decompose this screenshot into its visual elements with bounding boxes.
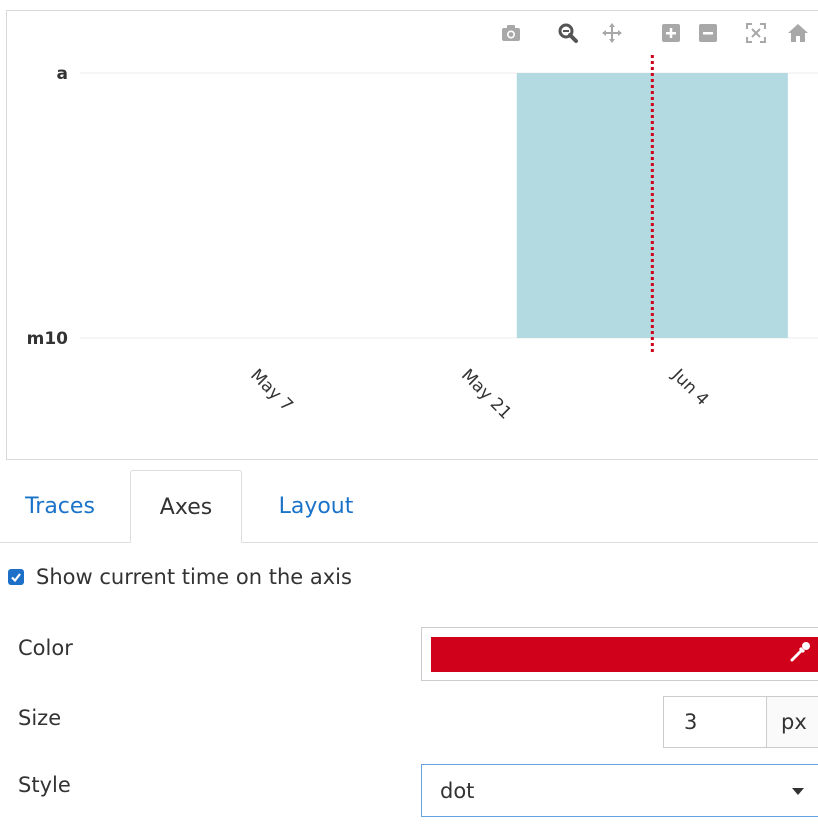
style-label: Style: [18, 773, 71, 797]
timeline-chart[interactable]: a m10 May 7 May 21 Jun 4: [0, 0, 818, 460]
chart-modebar: [0, 22, 818, 48]
style-select[interactable]: dot: [421, 764, 818, 817]
x-tick-label: May 21: [457, 365, 515, 423]
color-picker[interactable]: [421, 627, 818, 681]
home-icon[interactable]: [787, 22, 809, 44]
size-unit: px: [766, 696, 818, 748]
zoom-icon[interactable]: [557, 22, 579, 44]
tab-traces[interactable]: Traces: [8, 470, 112, 543]
checkmark-icon: [11, 573, 21, 583]
x-tick-label: May 7: [246, 365, 296, 415]
y-tick-label: a: [57, 64, 68, 84]
zoom-in-icon[interactable]: [660, 22, 682, 44]
show-current-time-row[interactable]: Show current time on the axis: [8, 562, 352, 592]
style-select-value: dot: [440, 779, 475, 803]
color-label: Color: [18, 636, 73, 660]
show-current-time-label: Show current time on the axis: [36, 565, 352, 589]
size-input[interactable]: 3: [663, 696, 767, 748]
show-current-time-checkbox[interactable]: [8, 569, 24, 585]
x-tick-label: Jun 4: [667, 365, 712, 410]
y-tick-label: m10: [27, 329, 69, 349]
zoom-out-icon[interactable]: [697, 22, 719, 44]
autoscale-icon[interactable]: [745, 22, 767, 44]
tab-axes[interactable]: Axes: [130, 470, 242, 543]
tabs-divider: [0, 542, 818, 543]
size-label: Size: [18, 706, 62, 730]
eyedropper-icon[interactable]: [788, 640, 812, 664]
chevron-down-icon[interactable]: [792, 788, 804, 795]
camera-icon[interactable]: [500, 22, 522, 44]
color-swatch[interactable]: [431, 637, 818, 672]
tab-layout[interactable]: Layout: [262, 470, 370, 543]
pan-icon[interactable]: [601, 22, 623, 44]
